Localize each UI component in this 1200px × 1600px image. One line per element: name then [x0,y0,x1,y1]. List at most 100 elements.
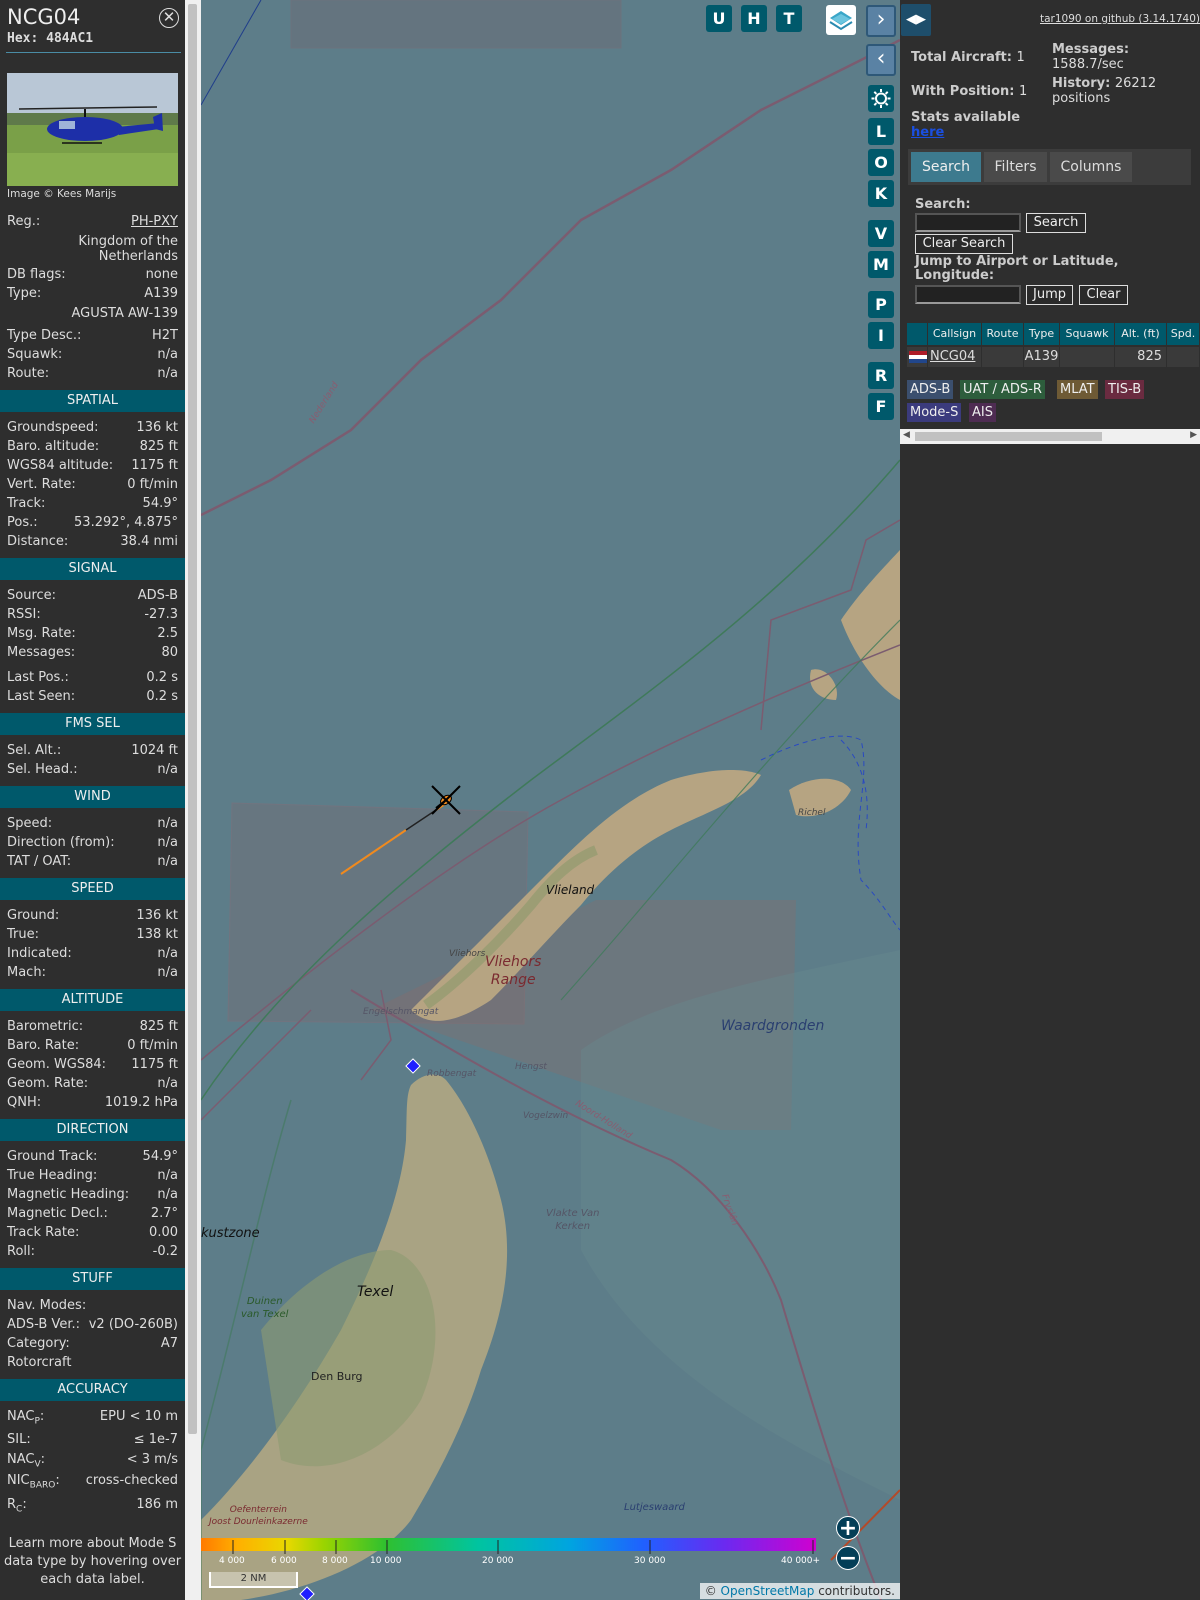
zoom-in-button[interactable]: + [836,1516,860,1541]
section-direction: DIRECTION [0,1119,185,1141]
track-rate-label: Track Rate: [7,1225,80,1240]
baro-alt-label: Baro. altitude: [7,439,100,454]
search-label: Search: [915,197,971,212]
map-button-u[interactable]: U [706,5,732,32]
adsb-ver-label: ADS-B Ver.: [7,1317,80,1332]
helicopter-marker-icon[interactable] [426,780,466,820]
sel-alt-label: Sel. Alt.: [7,743,62,758]
map-button-v[interactable]: V [868,220,894,247]
label-oefenterrein: Oefenterrein Joost Dourleinkazerne [209,1505,308,1527]
label-hengst: Hengst [515,1062,547,1072]
source-mlat[interactable]: MLAT [1057,380,1098,399]
map-button-f[interactable]: F [868,393,894,420]
clear-search-button[interactable]: Clear Search [915,234,1013,254]
vert-rate-label: Vert. Rate: [7,477,76,492]
source-adsb[interactable]: ADS-B [907,380,954,399]
map-button-k[interactable]: K [868,180,894,207]
db-flags-label: DB flags: [7,267,66,282]
col-route[interactable]: Route [982,323,1024,345]
row-altitude: 825 [1115,347,1167,367]
source-modes[interactable]: Mode-S [907,403,962,422]
row-callsign[interactable]: NCG04 [928,347,982,367]
clear-button[interactable]: Clear [1079,285,1128,305]
next-arrow-icon[interactable]: › [866,5,896,37]
sel-head-label: Sel. Head.: [7,762,78,777]
row-route [982,347,1024,367]
tat-oat-label: TAT / OAT: [7,854,72,869]
col-flag[interactable] [907,323,928,345]
jump-button[interactable]: Jump [1026,285,1073,305]
map-button-m[interactable]: M [868,251,894,278]
col-callsign[interactable]: Callsign [928,323,982,345]
source-tisb[interactable]: TIS-B [1105,380,1145,399]
vert-rate-value: 0 ft/min [127,477,178,492]
close-icon[interactable]: ✕ [159,8,179,28]
aircraft-photo[interactable] [7,73,178,186]
wgs84-alt-value: 1175 ft [131,458,178,473]
tat-oat-value: n/a [157,854,178,869]
track-label: Track: [7,496,46,511]
map-button-h[interactable]: H [741,5,767,32]
info-panel-scrollbar[interactable] [185,0,201,1600]
wind-speed-value: n/a [157,816,178,831]
prev-arrow-icon[interactable]: ‹ [866,44,896,76]
col-squawk[interactable]: Squawk [1060,323,1115,345]
table-horizontal-scrollbar[interactable]: ◀ ▶ [900,429,1200,444]
nicbaro-value: cross-checked [85,1473,178,1488]
msg-rate-label: Msg. Rate: [7,626,76,641]
route-label: Route: [7,366,50,381]
distance-value: 38.4 nmi [120,534,178,549]
legend-label-20000: 20 000 [482,1556,514,1566]
mag-heading-label: Magnetic Heading: [7,1187,130,1202]
rssi-value: -27.3 [144,607,178,622]
geom-rate-label: Geom. Rate: [7,1076,89,1091]
scale-bar: 2 NM [209,1572,298,1588]
github-link[interactable]: tar1090 on github (3.14.1740) [1040,13,1200,25]
nacv-value: < 3 m/s [126,1452,178,1467]
jump-input[interactable] [915,285,1021,304]
section-fms-sel: FMS SEL [0,713,185,735]
section-accuracy: ACCURACY [0,1379,185,1401]
gear-icon[interactable] [868,85,894,112]
netherlands-flag-icon [907,347,928,367]
search-input[interactable] [915,213,1021,232]
indicated-speed-label: Indicated: [7,946,72,961]
panel-toggle-icon[interactable]: ◀▶ [901,4,931,36]
source-ais[interactable]: AIS [969,403,996,422]
map-view[interactable]: Nederland Vlieland Vliehors Vliehors Rang… [201,0,900,1600]
tab-columns[interactable]: Columns [1050,152,1132,182]
label-lutjeswaard: Lutjeswaard [624,1502,685,1513]
stats-here-link[interactable]: here [911,125,944,140]
nicbaro-label: NICBARO: [7,1473,60,1491]
map-button-p[interactable]: P [868,291,894,318]
zoom-out-button[interactable]: − [836,1546,860,1571]
map-button-l[interactable]: L [868,118,894,145]
section-speed: SPEED [0,878,185,900]
stats-available: Stats available here [911,110,1021,140]
col-type[interactable]: Type [1024,323,1060,345]
registration-link[interactable]: PH-PXY [131,213,178,231]
label-vlakte-van-kerken: Vlakte Van Kerken [546,1208,600,1232]
label-robbengat: Robbengat [427,1069,477,1079]
map-button-o[interactable]: O [868,149,894,176]
source-label: Source: [7,588,57,603]
map-button-t[interactable]: T [776,5,802,32]
col-altitude[interactable]: Alt. (ft) [1115,323,1167,345]
source-uat[interactable]: UAT / ADS-R [960,380,1045,399]
tab-filters[interactable]: Filters [984,152,1047,182]
map-button-r[interactable]: R [868,362,894,389]
legend-label-10000: 10 000 [370,1556,402,1566]
legend-label-30000: 30 000 [634,1556,666,1566]
msg-rate-value: 2.5 [157,626,178,641]
search-button[interactable]: Search [1026,213,1086,233]
with-position-stat: With Position: 1 [911,84,1028,99]
tab-search[interactable]: Search [911,152,981,182]
map-button-i[interactable]: I [868,322,894,349]
table-row[interactable]: NCG04 A139 825 [907,347,1200,367]
openstreetmap-link[interactable]: OpenStreetMap [721,1584,815,1598]
sidebar-panel: ◀▶ tar1090 on github (3.14.1740) Total A… [900,0,1200,1600]
type-label: Type: [7,286,42,301]
col-speed[interactable]: Spd. [1167,323,1200,345]
geom-wgs84-label: Geom. WGS84: [7,1057,107,1072]
layers-icon[interactable] [826,5,856,35]
